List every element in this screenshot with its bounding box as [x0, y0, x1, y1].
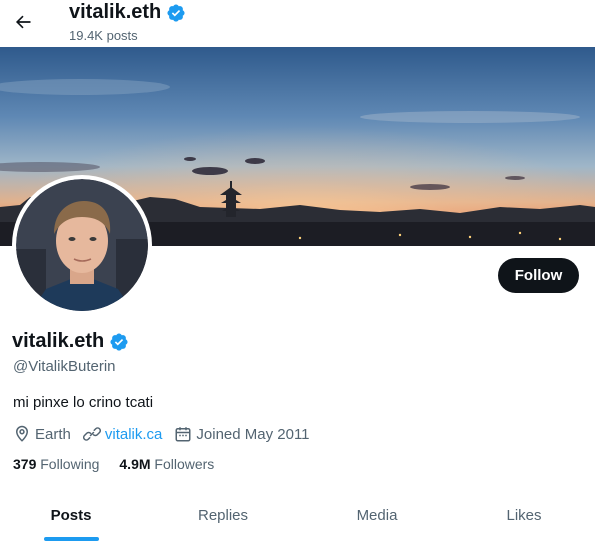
followers-label: Followers — [154, 456, 215, 472]
following-count: 379 — [13, 456, 37, 472]
location-pin-icon — [15, 425, 29, 442]
profile-header-bar: vitalik.eth 19.4K posts — [0, 0, 595, 47]
display-name: vitalik.eth — [12, 330, 105, 352]
tab-media-label: Media — [356, 507, 398, 524]
header-title-group: vitalik.eth — [69, 1, 186, 24]
followers-count: 4.9M — [119, 456, 151, 472]
user-handle: @VitalikButerin — [13, 358, 116, 375]
header-title: vitalik.eth — [69, 1, 162, 23]
tab-media[interactable]: Media — [306, 490, 448, 541]
tab-posts[interactable]: Posts — [0, 490, 142, 541]
header-post-count: 19.4K posts — [69, 28, 138, 43]
profile-meta-row: Earth vitalik.ca Joined May 2011 — [13, 424, 322, 444]
follow-button[interactable]: Follow — [498, 258, 579, 293]
tab-likes-label: Likes — [506, 507, 542, 524]
tab-replies-label: Replies — [197, 507, 249, 524]
avatar-image — [16, 179, 148, 311]
arrow-left-icon — [15, 15, 31, 29]
website-link[interactable]: vitalik.ca — [105, 426, 163, 443]
tab-likes[interactable]: Likes — [453, 490, 595, 541]
back-button[interactable] — [6, 5, 40, 39]
avatar[interactable] — [12, 175, 152, 315]
follow-stats: 379 Following 4.9M Followers — [13, 456, 234, 472]
display-name-group: vitalik.eth — [12, 330, 129, 353]
calendar-icon — [175, 427, 191, 442]
link-icon — [82, 427, 101, 441]
followers-link[interactable]: 4.9M Followers — [119, 456, 214, 472]
tab-posts-label: Posts — [50, 507, 92, 524]
website-item: vitalik.ca — [82, 425, 163, 443]
following-link[interactable]: 379 Following — [13, 456, 99, 472]
verified-badge-icon — [167, 3, 185, 22]
location-item: Earth — [13, 425, 71, 443]
verified-badge-icon[interactable] — [109, 332, 129, 352]
following-label: Following — [40, 456, 100, 472]
user-bio: mi pinxe lo crino tcati — [13, 394, 154, 411]
location-text: Earth — [35, 425, 71, 443]
tab-replies[interactable]: Replies — [152, 490, 294, 541]
profile-tabs: Posts Replies Media Likes — [0, 490, 595, 541]
joined-item: Joined May 2011 — [174, 425, 310, 443]
active-tab-indicator — [44, 537, 99, 541]
joined-text: Joined May 2011 — [196, 425, 310, 443]
